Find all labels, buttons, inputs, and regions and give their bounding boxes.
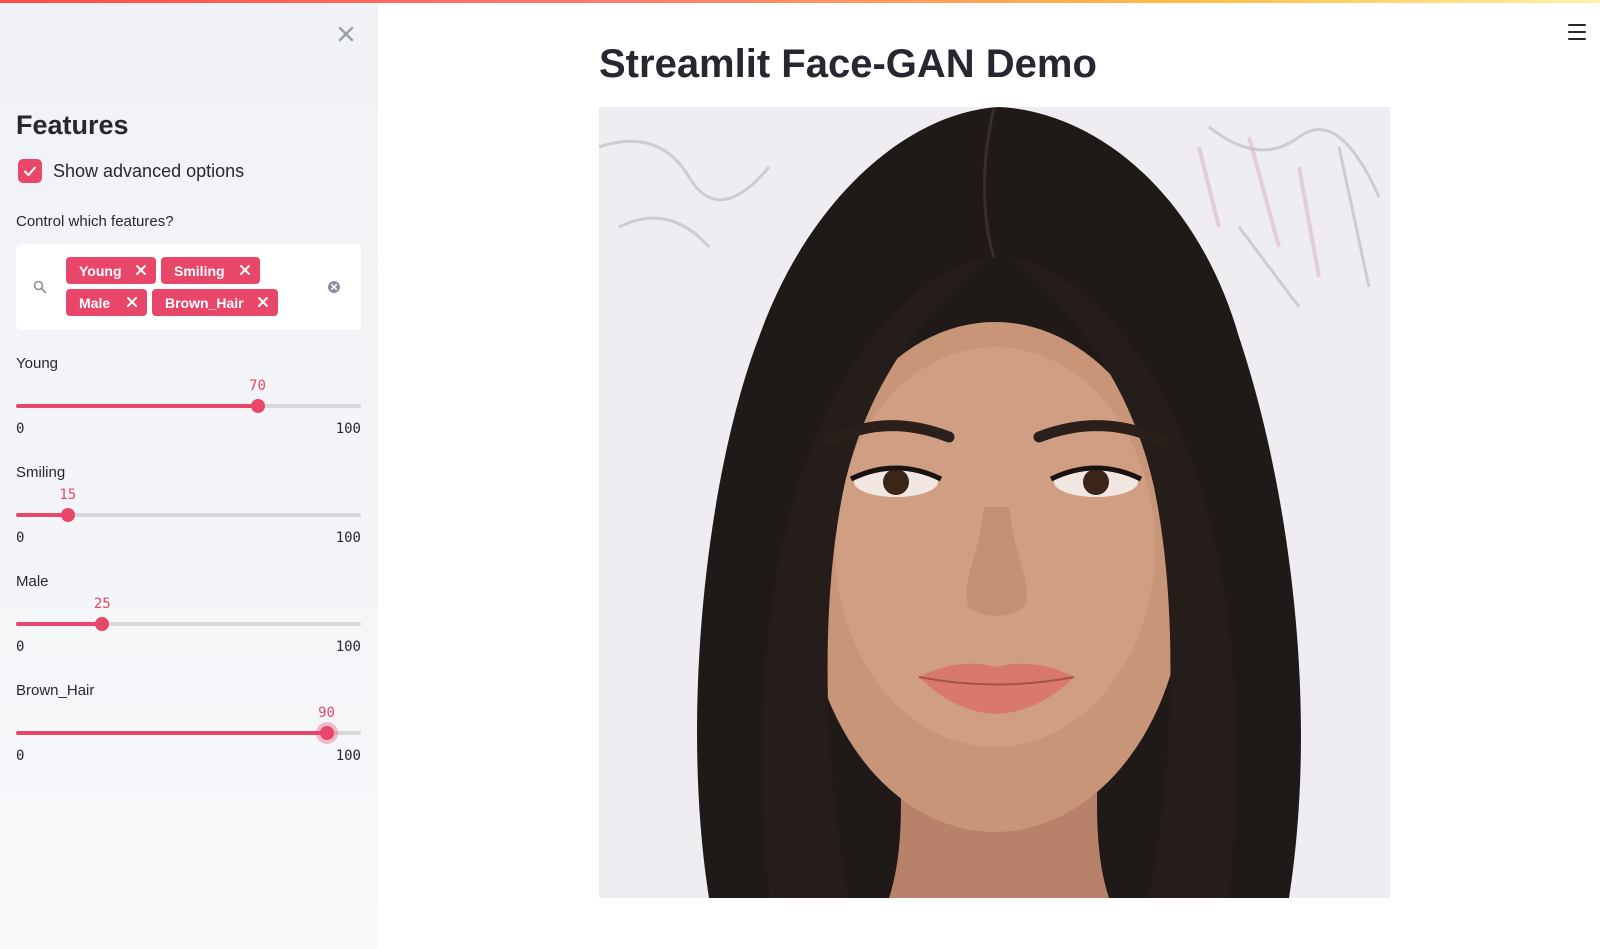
tag-remove-icon[interactable] [125,295,139,309]
hamburger-menu-icon [1568,24,1586,26]
tag-brown-hair: Brown_Hair [152,289,278,316]
feature-select-label: Control which features? [16,213,174,230]
slider-value: 90 [318,705,335,721]
slider-thumb[interactable] [95,617,110,631]
clear-all-icon[interactable] [327,280,341,294]
main-menu-button[interactable] [1568,24,1586,40]
slider-min: 0 [16,421,25,437]
close-icon [338,26,354,42]
slider-value: 70 [249,378,266,394]
slider-min: 0 [16,639,25,655]
slider-min: 0 [16,748,25,764]
tag-remove-icon[interactable] [238,263,252,277]
slider-value: 25 [93,596,111,612]
search-icon [33,280,47,294]
generated-face-image [599,107,1390,898]
face-portrait [599,107,1390,898]
tag-label: Brown_Hair [165,294,244,311]
tag-young: Young [66,257,156,284]
slider-thumb[interactable] [60,508,75,522]
slider-max: 100 [335,421,361,437]
top-decoration-bar [0,0,1600,3]
tag-label: Male [79,294,111,311]
slider-max: 100 [335,748,361,764]
slider-male: 25 0 100 [16,574,361,655]
tag-smiling: Smiling [161,257,260,284]
sidebar-title: Features [16,110,129,140]
sidebar: Features Show advanced options Control w… [0,0,378,949]
slider-min: 0 [16,530,25,546]
slider-fill [16,404,258,408]
advanced-options-checkbox[interactable]: Show advanced options [16,158,244,184]
slider-brown-hair: 90 0 100 [16,683,361,764]
slider-max: 100 [335,639,361,655]
sidebar-close-button[interactable] [334,22,358,46]
slider-fill [16,622,103,626]
slider-thumb[interactable] [250,399,265,413]
feature-multiselect[interactable]: Young Smiling Male Brown_Hair [16,244,361,330]
advanced-options-label: Show advanced options [53,160,245,181]
tag-remove-icon[interactable] [134,263,148,277]
tag-label: Young [79,262,122,279]
slider-max: 100 [335,530,361,546]
slider-fill [16,731,327,735]
tag-remove-icon[interactable] [256,295,270,309]
checkbox-box[interactable] [18,159,42,183]
slider-fill [16,513,68,517]
page-title: Streamlit Face-GAN Demo [599,42,1097,86]
tag-male: Male [66,289,147,316]
slider-young: 70 0 100 [16,356,361,437]
checkmark-icon [24,166,36,176]
slider-smiling: 15 0 100 [16,465,361,546]
tag-label: Smiling [174,262,225,279]
slider-thumb[interactable] [319,726,334,740]
slider-value: 15 [59,487,77,503]
